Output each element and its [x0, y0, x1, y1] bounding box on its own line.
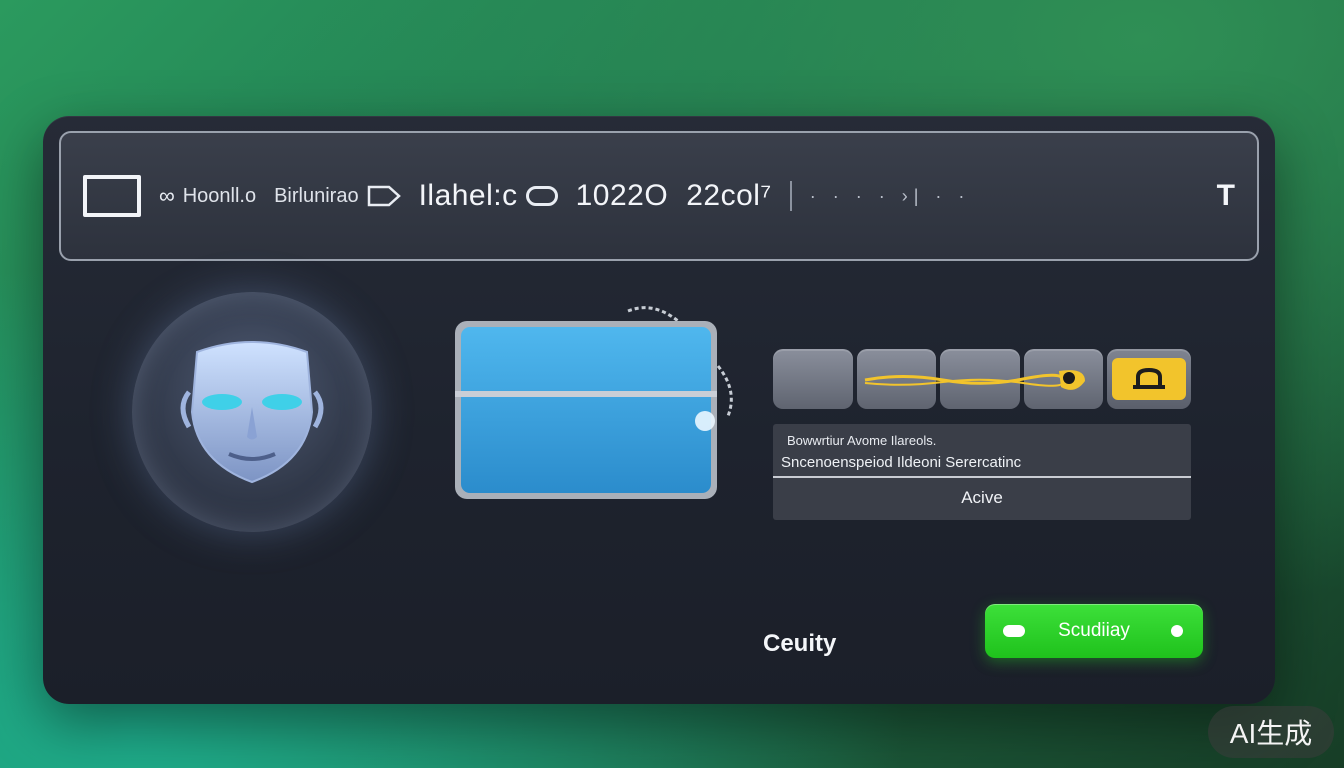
info-line-2: Sncenoenspeiod Ildeoni Serercatinc	[781, 454, 1022, 471]
toolbar-divider	[789, 181, 792, 211]
window-icon[interactable]	[83, 175, 141, 217]
info-divider	[773, 476, 1191, 478]
lock-segment[interactable]	[1107, 349, 1191, 409]
info-line-1: Bowwrtiur Avome Ilareols.	[787, 433, 937, 448]
top-toolbar: ∞ Hoonll.o Birlunirao Ilahel:c 1022O 22c…	[59, 131, 1259, 261]
toolbar-item-hoonll[interactable]: ∞ Hoonll.o	[159, 183, 256, 209]
toolbar-item-label: 1022O	[575, 179, 669, 212]
mask-icon	[180, 341, 324, 484]
key-chain-icon	[864, 370, 1085, 390]
avatar-face-icon	[132, 292, 372, 532]
toolbar-item-ilahel[interactable]: Ilahel:c	[419, 179, 558, 213]
toolbar-item-label: Hoonll.o	[182, 184, 257, 207]
link-icon: ∞	[159, 183, 175, 208]
toolbar-item-birlunirao[interactable]: Birlunirao	[274, 184, 401, 208]
status-label: Acive	[961, 488, 1003, 507]
tag-icon	[367, 185, 401, 207]
pill-icon	[1003, 625, 1025, 637]
more-dots-icon[interactable]: · · · · ›| · ·	[810, 186, 971, 207]
text-tool-icon[interactable]: T	[1217, 179, 1235, 213]
dot-icon	[1171, 625, 1183, 637]
security-label: Ceuity	[763, 630, 837, 657]
ai-watermark: AI生成	[1208, 706, 1334, 758]
wallet-icon	[453, 301, 753, 501]
primary-action-button[interactable]: Scudiiay	[985, 604, 1203, 658]
security-progress[interactable]	[773, 349, 1191, 409]
progress-segment	[773, 349, 853, 409]
toggle-icon	[525, 186, 558, 206]
toolbar-item-label: Birlunirao	[274, 184, 359, 207]
toolbar-item-22col[interactable]: 22col⁷	[686, 179, 772, 213]
primary-action-label: Scudiiay	[1058, 620, 1130, 641]
toolbar-item-label: 22col⁷	[686, 179, 772, 212]
toolbar-item-label: Ilahel:c	[418, 179, 518, 212]
main-panel: ∞ Hoonll.o Birlunirao Ilahel:c 1022O 22c…	[43, 116, 1275, 704]
toolbar-item-1022[interactable]: 1022O	[576, 179, 669, 213]
info-panel: Bowwrtiur Avome Ilareols. Sncenoenspeiod…	[773, 424, 1191, 520]
lock-icon	[1112, 358, 1186, 400]
